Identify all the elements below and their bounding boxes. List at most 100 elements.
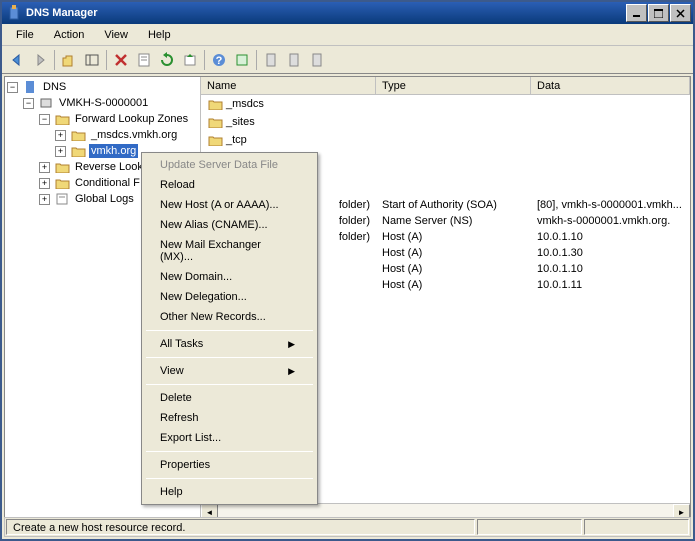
zone-icon [70, 128, 86, 142]
status-bar: Create a new host resource record. [4, 517, 691, 537]
folder-icon [207, 133, 223, 147]
tree-flz[interactable]: Forward Lookup Zones [73, 112, 190, 126]
cell-data: [80], vmkh-s-0000001.vmkh... [537, 199, 681, 211]
svg-text:?: ? [216, 55, 223, 67]
menu-update-server: Update Server Data File [144, 155, 315, 175]
cell-type: Host (A) [382, 263, 422, 275]
server-icon [38, 96, 54, 110]
menu-new-host[interactable]: New Host (A or AAAA)... [144, 195, 315, 215]
list-button-3[interactable] [306, 49, 328, 71]
cell-type: Host (A) [382, 247, 422, 259]
menu-properties[interactable]: Properties [144, 455, 315, 475]
status-text: Create a new host resource record. [6, 519, 475, 535]
list-button-2[interactable] [283, 49, 305, 71]
column-name[interactable]: Name [201, 77, 376, 94]
menu-help[interactable]: Help [138, 27, 181, 43]
filter-button[interactable] [231, 49, 253, 71]
back-button[interactable] [6, 49, 28, 71]
menu-other-records[interactable]: Other New Records... [144, 307, 315, 327]
tree-toggle[interactable]: − [23, 98, 34, 109]
menu-new-delegation[interactable]: New Delegation... [144, 287, 315, 307]
menu-reload[interactable]: Reload [144, 175, 315, 195]
menu-separator [146, 451, 313, 452]
tree-toggle[interactable]: + [39, 194, 50, 205]
menu-separator [146, 478, 313, 479]
list-button-1[interactable] [260, 49, 282, 71]
tree-server[interactable]: VMKH-S-0000001 [57, 96, 150, 110]
menu-bar: File Action View Help [2, 24, 693, 46]
folder-icon [54, 176, 70, 190]
cell-type: Host (A) [382, 231, 422, 243]
cell-data: 10.0.1.10 [537, 263, 583, 275]
column-data[interactable]: Data [531, 77, 690, 94]
folder-icon [207, 115, 223, 129]
cell-name: folder) [339, 215, 370, 227]
menu-view[interactable]: View [94, 27, 138, 43]
tree-toggle[interactable]: + [39, 178, 50, 189]
cell-name: folder) [339, 231, 370, 243]
folder-icon [207, 97, 223, 111]
tree-toggle[interactable]: + [39, 162, 50, 173]
menu-separator [146, 330, 313, 331]
menu-new-alias[interactable]: New Alias (CNAME)... [144, 215, 315, 235]
tree-zone-vmkh[interactable]: vmkh.org [89, 144, 138, 158]
help-button[interactable]: ? [208, 49, 230, 71]
forward-button[interactable] [29, 49, 51, 71]
export-button[interactable] [179, 49, 201, 71]
dns-icon [22, 80, 38, 94]
list-item[interactable]: _msdcs [201, 95, 690, 113]
list-item[interactable]: _sites [201, 113, 690, 131]
properties-button[interactable] [133, 49, 155, 71]
menu-export[interactable]: Export List... [144, 428, 315, 448]
menu-action[interactable]: Action [44, 27, 95, 43]
tree-root[interactable]: DNS [41, 80, 68, 94]
delete-button[interactable] [110, 49, 132, 71]
list-item[interactable]: _tcp [201, 131, 690, 149]
cell-type: Name Server (NS) [382, 215, 472, 227]
minimize-button[interactable] [626, 4, 647, 22]
tree-toggle[interactable]: + [55, 130, 66, 141]
menu-view[interactable]: View▶ [144, 361, 315, 381]
content-area: − DNS − VMKH-S-0000001 − Forward Lookup … [4, 76, 691, 521]
tree-toggle[interactable]: + [55, 146, 66, 157]
zone-icon [70, 144, 86, 158]
up-button[interactable] [58, 49, 80, 71]
tree-cf[interactable]: Conditional F [73, 176, 142, 190]
cell-name: folder) [339, 199, 370, 211]
menu-separator [146, 384, 313, 385]
cell-name: _sites [226, 116, 255, 128]
folder-icon [54, 160, 70, 174]
tree-gl[interactable]: Global Logs [73, 192, 136, 206]
submenu-arrow-icon: ▶ [288, 339, 295, 350]
menu-help[interactable]: Help [144, 482, 315, 502]
toolbar: ? [2, 46, 693, 74]
close-button[interactable] [670, 4, 691, 22]
menu-delete[interactable]: Delete [144, 388, 315, 408]
tree-zone-msdcs[interactable]: _msdcs.vmkh.org [89, 128, 179, 142]
menu-all-tasks[interactable]: All Tasks▶ [144, 334, 315, 354]
tree-rlz[interactable]: Reverse Look [73, 160, 145, 174]
menu-new-domain[interactable]: New Domain... [144, 267, 315, 287]
menu-file[interactable]: File [6, 27, 44, 43]
cell-type: Host (A) [382, 279, 422, 291]
cell-data: 10.0.1.11 [537, 279, 582, 291]
list-header: Name Type Data [201, 77, 690, 95]
menu-refresh[interactable]: Refresh [144, 408, 315, 428]
app-icon [6, 5, 22, 21]
maximize-button[interactable] [648, 4, 669, 22]
tree-toggle[interactable]: − [39, 114, 50, 125]
submenu-arrow-icon: ▶ [288, 366, 295, 377]
folder-icon [54, 112, 70, 126]
tree-toggle[interactable]: − [7, 82, 18, 93]
status-cell [477, 519, 582, 535]
window-title: DNS Manager [26, 7, 626, 19]
refresh-button[interactable] [156, 49, 178, 71]
menu-new-mx[interactable]: New Mail Exchanger (MX)... [144, 235, 315, 267]
menu-separator [146, 357, 313, 358]
cell-type: Start of Authority (SOA) [382, 199, 497, 211]
column-type[interactable]: Type [376, 77, 531, 94]
title-bar: DNS Manager [2, 2, 693, 24]
show-hide-button[interactable] [81, 49, 103, 71]
logs-icon [54, 192, 70, 206]
cell-data: 10.0.1.30 [537, 247, 583, 259]
